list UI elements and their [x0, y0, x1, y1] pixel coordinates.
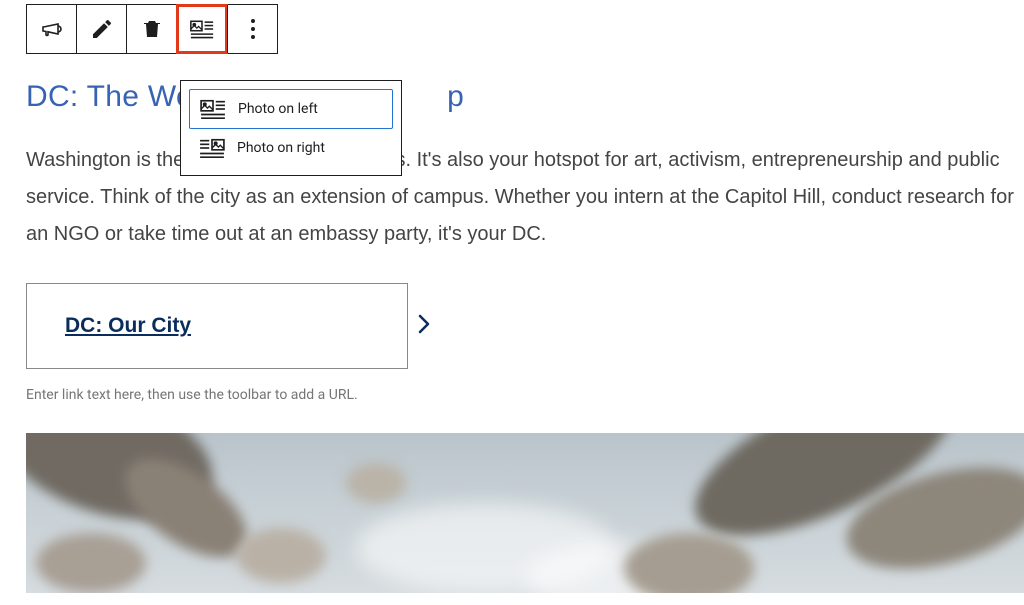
photo-left-icon — [200, 98, 226, 120]
delete-button[interactable] — [127, 5, 177, 53]
option-label: Photo on left — [238, 101, 318, 117]
block-toolbar — [26, 4, 278, 54]
announce-button[interactable] — [27, 5, 77, 53]
page-content: DC: The World at Your Doorstep Washingto… — [26, 80, 1020, 593]
chevron-right-icon — [415, 310, 433, 342]
trash-icon — [140, 17, 164, 41]
more-icon — [251, 19, 255, 39]
link-card-label[interactable]: DC: Our City — [65, 314, 191, 338]
option-photo-right[interactable]: Photo on right — [189, 129, 393, 167]
layout-button[interactable] — [177, 5, 227, 53]
hero-image — [26, 433, 1024, 593]
pencil-icon — [90, 17, 114, 41]
body-paragraph[interactable]: Washington is the epicenter of U.S. poli… — [26, 142, 1020, 253]
option-label: Photo on right — [237, 140, 325, 156]
heading-text-prefix: DC: The Wo — [26, 80, 193, 113]
option-photo-left[interactable]: Photo on left — [189, 89, 393, 129]
more-button[interactable] — [227, 5, 277, 53]
body-prefix: Washington is the — [26, 149, 184, 171]
photo-layout-icon — [190, 17, 214, 41]
photo-right-icon — [199, 137, 225, 159]
link-card[interactable]: DC: Our City — [26, 283, 408, 369]
megaphone-icon — [40, 17, 64, 41]
heading-text-suffix: p — [447, 80, 464, 113]
layout-dropdown: Photo on left Photo on right — [180, 80, 402, 176]
edit-button[interactable] — [77, 5, 127, 53]
helper-text: Enter link text here, then use the toolb… — [26, 387, 1020, 403]
page-heading[interactable]: DC: The World at Your Doorstep — [26, 80, 1020, 114]
